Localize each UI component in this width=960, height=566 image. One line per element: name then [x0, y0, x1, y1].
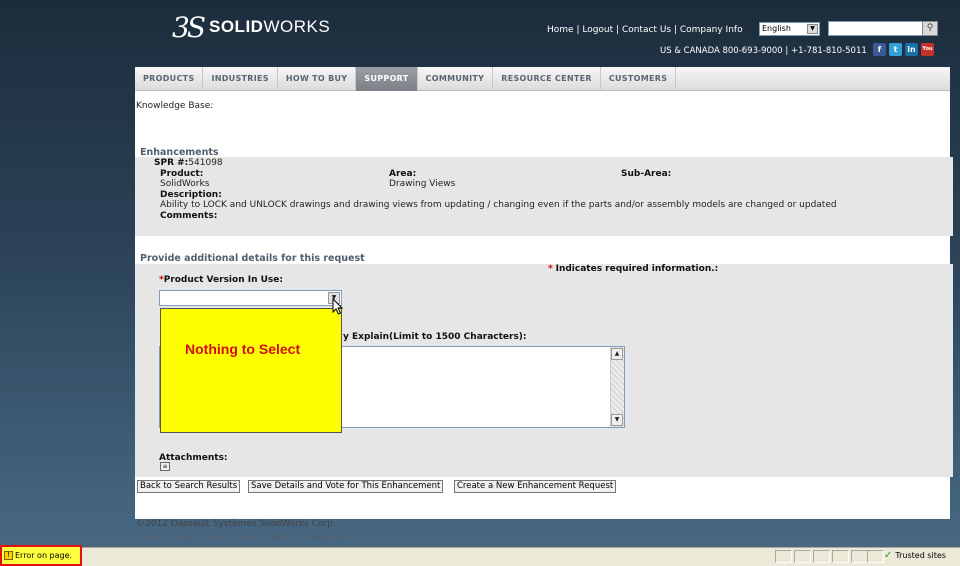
piracy-prevention-link[interactable]: Piracy Prevention: [272, 533, 350, 543]
logout-link[interactable]: Logout: [582, 25, 613, 35]
create-enhancement-button[interactable]: Create a New Enhancement Request: [454, 480, 617, 493]
language-value: English: [762, 24, 791, 33]
error-text: Error on page.: [15, 551, 73, 560]
main-nav: PRODUCTS INDUSTRIES HOW TO BUY SUPPORT C…: [135, 67, 950, 91]
home-link[interactable]: Home: [547, 25, 574, 35]
footer-links: Terms of Use Privacy Policy Piracy Preve…: [136, 533, 350, 543]
warning-icon: !: [4, 551, 13, 560]
spr-label: SPR #:: [154, 158, 189, 168]
nav-customers[interactable]: CUSTOMERS: [601, 67, 677, 91]
product-value: SolidWorks: [160, 179, 210, 189]
area-value: Drawing Views: [389, 179, 456, 189]
linkedin-icon[interactable]: in: [905, 43, 918, 56]
version-label: Product Version In Use:: [163, 275, 283, 285]
solidworks-logo[interactable]: 3S SOLIDWORKS: [172, 10, 330, 44]
description-label: Description:: [160, 190, 222, 200]
nav-support[interactable]: SUPPORT: [356, 67, 418, 91]
status-pane: [832, 550, 849, 563]
copyright: ©2012 Dassault Systèmes SolidWorks Corp.: [136, 519, 336, 529]
details-title: Provide additional details for this requ…: [140, 253, 365, 264]
facebook-icon[interactable]: f: [873, 43, 886, 56]
back-to-search-button[interactable]: Back to Search Results: [137, 480, 241, 493]
breadcrumb: Knowledge Base:: [136, 101, 214, 111]
search-input[interactable]: [828, 21, 923, 36]
required-note: Indicates required information.:: [555, 264, 719, 274]
save-and-vote-button[interactable]: Save Details and Vote for This Enhanceme…: [248, 480, 444, 493]
security-zone[interactable]: ✓ Trusted sites: [884, 550, 946, 561]
popup-message: Nothing to Select: [185, 341, 301, 357]
status-pane: [775, 550, 792, 563]
phone-numbers: US & CANADA 800-693-9000 | +1-781-810-50…: [660, 46, 867, 56]
error-on-page-indicator[interactable]: ! Error on page.: [0, 545, 82, 566]
logo-text-bold: SOLID: [209, 17, 264, 36]
comments-label: Comments:: [160, 211, 218, 221]
contact-us-link[interactable]: Contact Us: [622, 25, 671, 35]
status-pane: [794, 550, 811, 563]
logo-text-light: WORKS: [263, 17, 331, 36]
status-pane: [851, 550, 868, 563]
required-star: *: [548, 264, 553, 274]
spr-value: 541098: [188, 158, 223, 168]
status-pane: [867, 550, 884, 563]
language-select[interactable]: English ▼: [759, 22, 820, 36]
youtube-icon[interactable]: You: [921, 43, 934, 56]
terms-of-use-link[interactable]: Terms of Use: [136, 533, 194, 543]
empty-dropdown-popup: Nothing to Select: [160, 308, 342, 433]
nav-community[interactable]: COMMUNITY: [418, 67, 494, 91]
scroll-up-icon[interactable]: ▲: [611, 348, 623, 360]
nav-resource-center[interactable]: RESOURCE CENTER: [493, 67, 601, 91]
ds-logo-mark: 3S: [172, 10, 206, 44]
status-pane: [813, 550, 830, 563]
area-label: Area:: [389, 169, 417, 179]
mouse-cursor-icon: [332, 298, 344, 315]
checkmark-icon: ✓: [884, 550, 893, 561]
section-title: Enhancements: [140, 147, 219, 158]
enhancement-details-panel: [135, 157, 953, 236]
zone-text: Trusted sites: [895, 551, 946, 560]
search-icon: ⚲: [926, 23, 934, 33]
nav-how-to-buy[interactable]: HOW TO BUY: [278, 67, 357, 91]
twitter-icon[interactable]: t: [889, 43, 902, 56]
description-value: Ability to LOCK and UNLOCK drawings and …: [160, 200, 837, 210]
nav-industries[interactable]: INDUSTRIES: [203, 67, 278, 91]
company-info-link[interactable]: Company Info: [680, 25, 743, 35]
attachment-icon[interactable]: ≡: [160, 462, 170, 471]
explain-label: y Explain(Limit to 1500 Characters):: [343, 332, 527, 342]
privacy-policy-link[interactable]: Privacy Policy: [202, 533, 263, 543]
top-links: Home | Logout | Contact Us | Company Inf…: [547, 25, 743, 35]
scroll-down-icon[interactable]: ▼: [611, 414, 623, 426]
subarea-label: Sub-Area:: [621, 169, 672, 179]
product-version-select[interactable]: ▼: [159, 290, 342, 306]
product-label: Product:: [160, 169, 204, 179]
chevron-down-icon[interactable]: ▼: [807, 24, 818, 34]
nav-products[interactable]: PRODUCTS: [135, 67, 204, 91]
search-button[interactable]: ⚲: [922, 21, 938, 36]
